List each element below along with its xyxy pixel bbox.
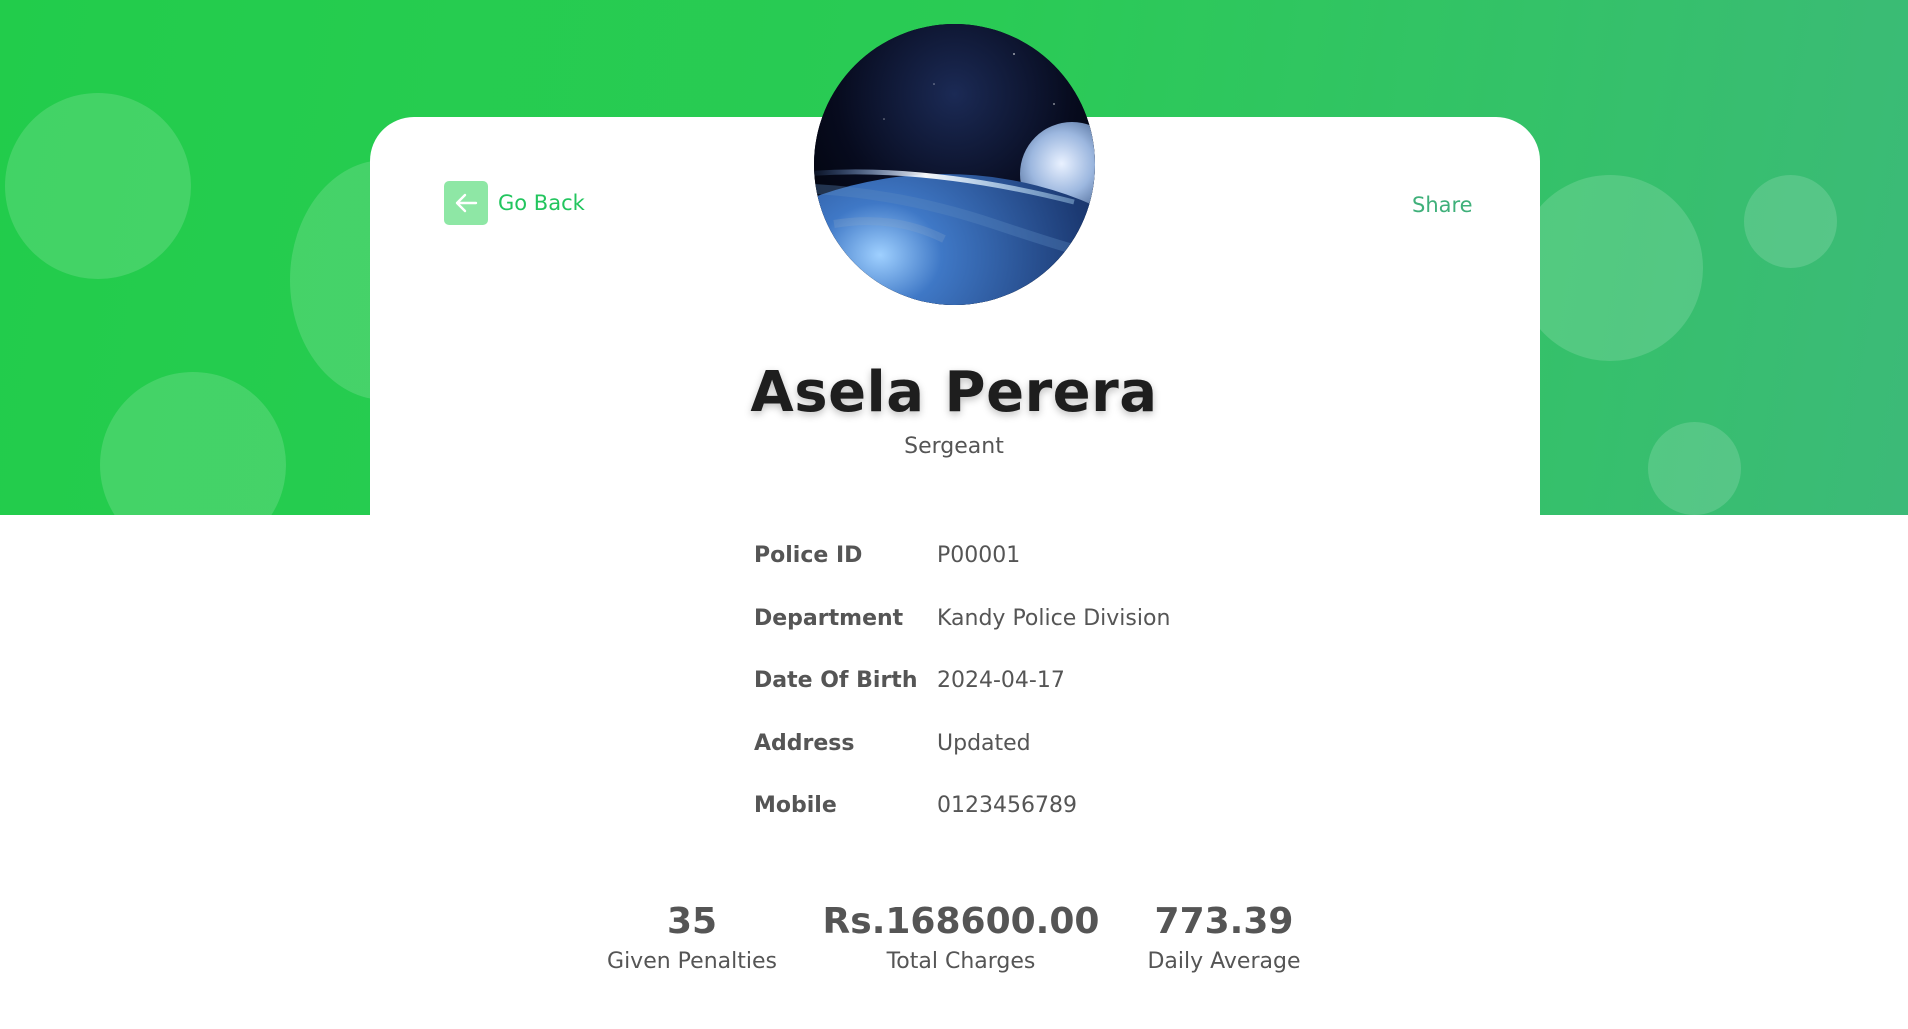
avatar: [814, 24, 1095, 305]
share-button[interactable]: Share: [1412, 193, 1473, 217]
detail-label: Police ID: [754, 543, 863, 568]
detail-label: Address: [754, 730, 855, 756]
detail-label: Department: [754, 605, 904, 631]
stat-value: 35: [666, 901, 718, 942]
detail-label: Mobile: [754, 793, 837, 818]
profile-page: Go Back Share Asela Perera Sergeant Poli…: [0, 0, 1908, 1029]
stat-given-penalties: 35 Given Penalties: [607, 900, 777, 974]
detail-row-department: Department Kandy Police Division: [754, 606, 1170, 669]
earth-from-space-image: [814, 24, 1095, 305]
go-back-label: Go Back: [498, 191, 585, 215]
detail-label: Date Of Birth: [754, 668, 918, 693]
go-back-button[interactable]: Go Back: [444, 181, 585, 225]
decorative-bubble: [1744, 175, 1837, 268]
detail-row-address: Address Updated: [754, 731, 1170, 794]
detail-value: 0123456789: [937, 793, 1077, 818]
stat-value: 773.39: [1154, 901, 1294, 942]
decorative-bubble: [1517, 175, 1703, 361]
stat-value: Rs.168600.00: [822, 901, 1100, 942]
detail-value: Kandy Police Division: [937, 605, 1171, 631]
officer-rank: Sergeant: [904, 434, 1004, 459]
officer-name: Asela Perera: [750, 360, 1158, 425]
detail-value: 2024-04-17: [937, 668, 1065, 693]
arrow-left-icon: [444, 181, 488, 225]
stat-total-charges: Rs.168600.00 Total Charges: [823, 900, 1100, 974]
stat-label: Daily Average: [1147, 949, 1301, 975]
detail-value: Updated: [937, 730, 1031, 756]
decorative-bubble: [5, 93, 191, 279]
stat-label: Total Charges: [886, 949, 1036, 975]
detail-row-police-id: Police ID P00001: [754, 543, 1170, 606]
stat-label: Given Penalties: [607, 949, 777, 975]
details-list: Police ID P00001 Department Kandy Police…: [754, 543, 1170, 856]
stat-daily-average: 773.39 Daily Average: [1147, 900, 1300, 974]
detail-row-mobile: Mobile 0123456789: [754, 793, 1170, 856]
detail-value: P00001: [937, 543, 1021, 568]
detail-row-date-of-birth: Date Of Birth 2024-04-17: [754, 668, 1170, 731]
